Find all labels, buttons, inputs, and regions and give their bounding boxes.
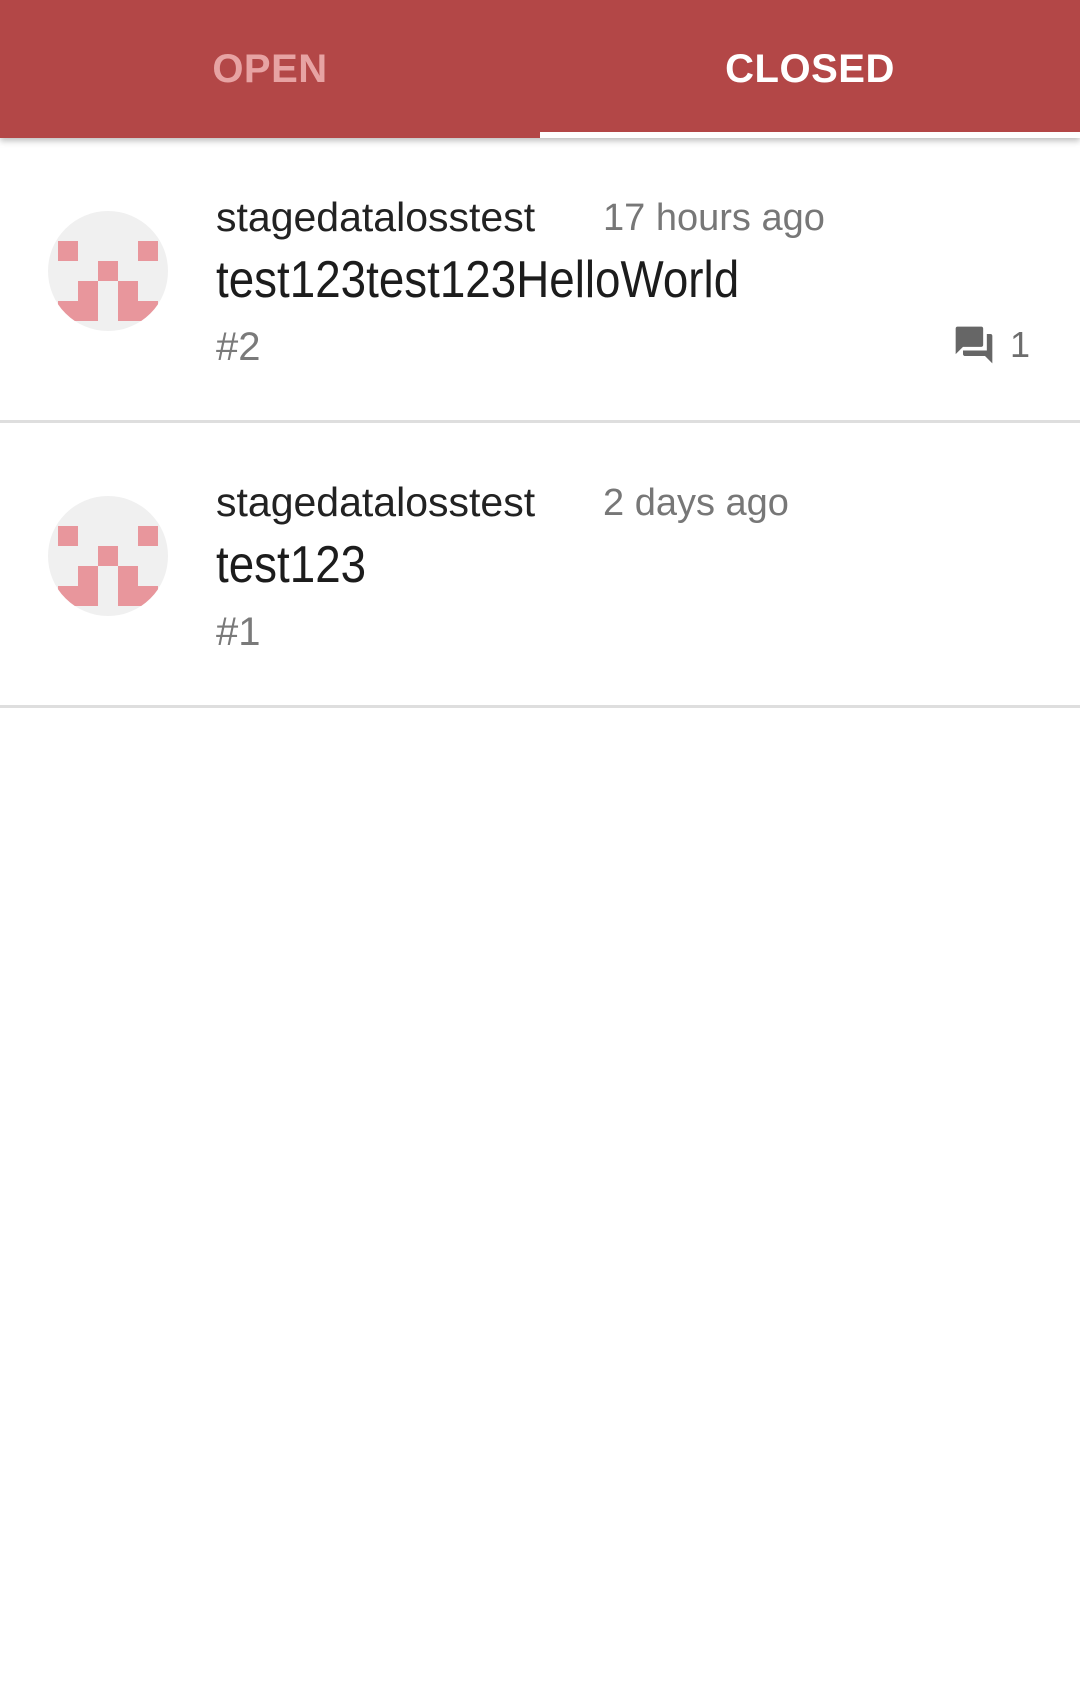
tab-open[interactable]: OPEN bbox=[0, 0, 540, 138]
issue-number: #1 bbox=[216, 610, 261, 654]
forum-icon bbox=[955, 326, 993, 364]
comment-count: 1 bbox=[1010, 324, 1031, 365]
issue-time: 17 hours ago bbox=[603, 197, 825, 239]
avatar[interactable] bbox=[48, 211, 168, 331]
issue-author: stagedatalosstest bbox=[216, 194, 536, 240]
issue-row[interactable]: stagedatalosstest 2 days ago test123 #1 bbox=[0, 423, 1080, 708]
comment-count-badge: 1 bbox=[952, 323, 1030, 367]
issue-number: #2 bbox=[216, 325, 261, 369]
tab-open-label: OPEN bbox=[212, 46, 328, 91]
issue-list: stagedatalosstest 17 hours ago test123te… bbox=[0, 138, 1080, 708]
tab-closed[interactable]: CLOSED bbox=[540, 0, 1080, 138]
issue-time: 2 days ago bbox=[603, 482, 789, 524]
identicon-avatar-icon bbox=[58, 526, 158, 606]
tab-closed-label: CLOSED bbox=[725, 46, 895, 91]
issue-author: stagedatalosstest bbox=[216, 479, 536, 525]
issue-title: test123 bbox=[216, 536, 367, 594]
avatar[interactable] bbox=[48, 496, 168, 616]
identicon-avatar-icon bbox=[58, 241, 158, 321]
tab-bar: OPEN CLOSED bbox=[0, 0, 1080, 138]
issue-title: test123test123HelloWorld bbox=[216, 251, 740, 309]
issue-row[interactable]: stagedatalosstest 17 hours ago test123te… bbox=[0, 138, 1080, 423]
